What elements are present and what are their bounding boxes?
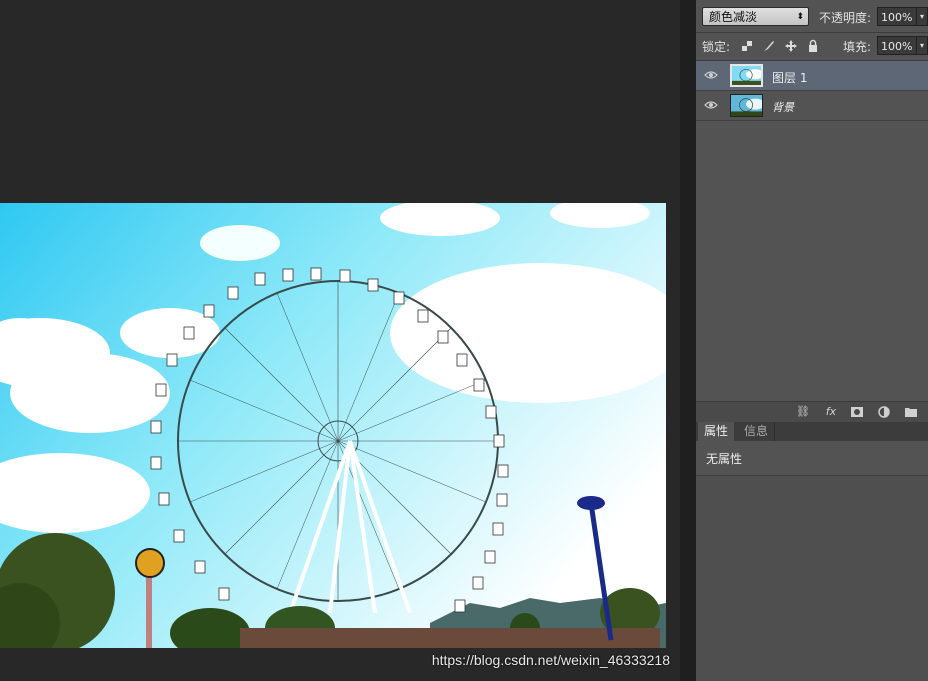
fx-icon[interactable]: fx [824,406,838,418]
layer-row-background[interactable]: 背景 [696,91,928,121]
lock-transparent-icon[interactable] [740,39,754,53]
fill-label: 填充: [843,40,872,54]
eye-icon[interactable] [704,99,718,111]
opacity-label: 不透明度: [819,11,872,25]
layers-panel: 颜色减淡 ⬍ 不透明度: 100% ▾ 锁定: 填充: 100% ▾ 图层 1 … [696,0,928,681]
fill-input[interactable]: 100% [877,36,917,55]
properties-content: 无属性 [696,441,928,476]
lock-all-icon[interactable] [806,39,820,53]
adjustment-icon[interactable] [877,406,891,418]
panel-empty-area [696,476,928,681]
fill-dropdown-button[interactable]: ▾ [916,36,928,55]
layer-row-layer1[interactable]: 图层 1 [696,61,928,91]
layer-name: 图层 1 [772,71,808,85]
blend-mode-value: 颜色减淡 [709,10,758,24]
layer-thumbnail [730,64,763,87]
watermark-text: https://blog.csdn.net/weixin_46333218 [431,652,670,668]
no-properties-text: 无属性 [706,452,743,466]
layers-bottom-toolbar: ⛓ fx [696,401,928,422]
document-canvas[interactable]: https://blog.csdn.net/weixin_46333218 [0,0,680,681]
lock-fill-row: 锁定: 填充: 100% ▾ [696,33,928,61]
opacity-dropdown-button[interactable]: ▾ [916,7,928,26]
lock-label: 锁定: [702,40,731,54]
mask-icon[interactable] [850,406,864,418]
layer-name: 背景 [772,101,794,114]
lock-brush-icon[interactable] [762,39,776,53]
tab-info[interactable]: 信息 [738,422,776,441]
link-icon[interactable]: ⛓ [796,406,810,418]
opacity-input[interactable]: 100% [877,7,917,26]
lock-move-icon[interactable] [784,39,798,53]
folder-icon[interactable] [904,406,918,418]
blend-opacity-row: 颜色减淡 ⬍ 不透明度: 100% ▾ [696,0,928,33]
blend-mode-select[interactable]: 颜色减淡 ⬍ [702,7,809,26]
eye-icon[interactable] [704,69,718,81]
properties-tabs: 属性 信息 [696,422,928,441]
panel-divider [680,0,696,681]
canvas-image [0,203,666,648]
layers-list: 图层 1 背景 [696,61,928,401]
tab-properties[interactable]: 属性 [698,422,735,441]
chevron-updown-icon: ⬍ [796,12,804,22]
layer-thumbnail [730,94,763,117]
